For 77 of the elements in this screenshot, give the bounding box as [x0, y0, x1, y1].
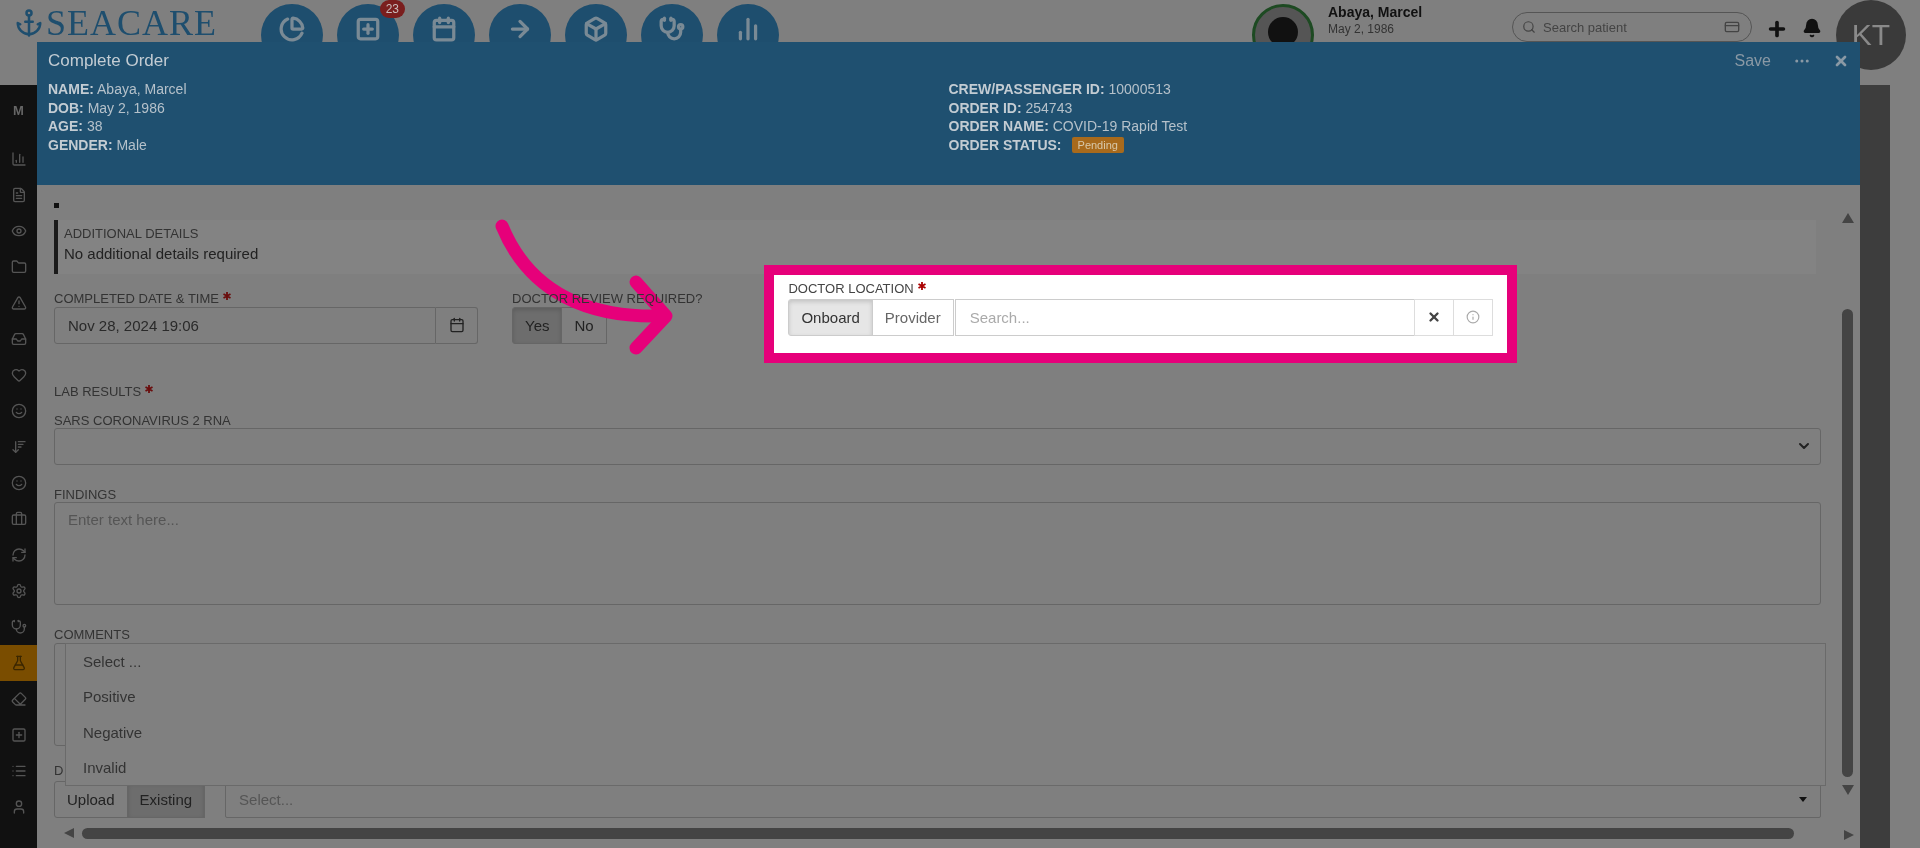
plus-icon[interactable] [1766, 18, 1788, 40]
eye-icon [10, 223, 27, 239]
calendar-icon [431, 16, 458, 42]
inbox-icon [10, 331, 27, 347]
status-label: ORDER STATUS: [948, 137, 1062, 154]
bell-icon[interactable] [1802, 18, 1822, 38]
details-heading: ADDITIONAL DETAILS [64, 225, 200, 241]
document-icon [10, 187, 27, 203]
patient-info: DOB: May 2, 1986 [48, 98, 166, 118]
field-label: DOCTOR LOCATION [788, 280, 914, 297]
close-icon [1427, 310, 1442, 325]
search-field[interactable]: Search patient [1512, 12, 1752, 42]
field-label: SARS CORONAVIRUS 2 RNA [54, 412, 231, 429]
logo[interactable]: SEACARE [14, 4, 218, 42]
order-info: CREW/PASSENGER ID: 10000513 [948, 80, 1172, 99]
stethoscope-icon [659, 16, 686, 42]
patient-info: GENDER: Male [48, 136, 148, 155]
scroll-left-icon[interactable] [64, 828, 76, 838]
settings-icon [10, 583, 27, 599]
toggle-button[interactable]: Onboard [788, 298, 873, 336]
heart-icon [10, 367, 27, 383]
warning-icon [10, 295, 27, 311]
calendar-button[interactable] [436, 306, 478, 344]
result-select[interactable] [54, 428, 1821, 465]
sidebar-item[interactable] [0, 645, 37, 681]
patient-info: NAME: Abaya, Marcel [48, 80, 188, 99]
clear-button[interactable] [1414, 298, 1455, 336]
sidebar-heading: M [13, 103, 24, 120]
close-icon[interactable] [1833, 53, 1849, 69]
patient-name: Abaya, Marcel [1328, 4, 1424, 20]
info-icon [1466, 310, 1481, 325]
pie-chart-icon [279, 16, 306, 42]
date-field[interactable]: Nov 28, 2024 19:06 [54, 306, 436, 344]
toggle-button[interactable]: Provider [871, 298, 954, 336]
card-icon [1724, 19, 1740, 35]
scroll-right-icon[interactable] [1841, 830, 1854, 840]
scrollbar-thumb[interactable] [1842, 309, 1853, 777]
scroll-up-icon[interactable] [1841, 213, 1854, 223]
details-text: No additional details required [64, 244, 260, 262]
calendar-icon [448, 317, 465, 334]
order-info: ORDER NAME: COVID-19 Rapid Test [948, 117, 1189, 137]
dialog-title: Complete Order [48, 51, 170, 71]
field-label: D [54, 763, 64, 779]
field-label: COMPLETED DATE & TIME [54, 290, 219, 307]
status-badge: Pending [1071, 137, 1124, 154]
caret-icon [1799, 797, 1807, 802]
briefcase-icon [10, 511, 27, 527]
order-info: ORDER ID: 254743 [948, 98, 1074, 118]
field-label: COMMENTS [54, 627, 130, 643]
count-badge: 23 [379, 0, 406, 18]
scrollbar-thumb[interactable] [82, 827, 1794, 839]
field-label: LAB RESULTS [54, 383, 142, 400]
patient-info: AGE: 38 [48, 117, 104, 137]
stethoscope-icon [10, 619, 27, 635]
list-icon [10, 763, 27, 779]
field-label: FINDINGS [54, 486, 117, 503]
search-icon [1522, 20, 1536, 34]
eraser-icon [10, 691, 27, 707]
smile-icon [10, 403, 27, 419]
box-icon [583, 16, 610, 42]
bullet-mark [54, 203, 59, 208]
dropdown-option[interactable]: Positive [66, 679, 1825, 715]
dropdown-option[interactable]: Select ... [66, 644, 1825, 680]
sort-icon [10, 439, 27, 455]
anchor-icon [14, 8, 44, 38]
dropdown-option[interactable]: Negative [66, 714, 1825, 750]
toggle-button[interactable]: Yes [512, 306, 563, 344]
bar-chart-icon [10, 151, 27, 167]
patient-dob: May 2, 1986 [1328, 22, 1396, 36]
flask-icon [10, 655, 27, 671]
folder-icon [10, 259, 27, 275]
plus-icon [10, 727, 27, 743]
smile-icon [10, 475, 27, 491]
scroll-down-icon[interactable] [1841, 785, 1854, 795]
plus-icon [355, 16, 382, 42]
save-button[interactable]: Save [1734, 52, 1771, 70]
refresh-icon [10, 547, 27, 563]
